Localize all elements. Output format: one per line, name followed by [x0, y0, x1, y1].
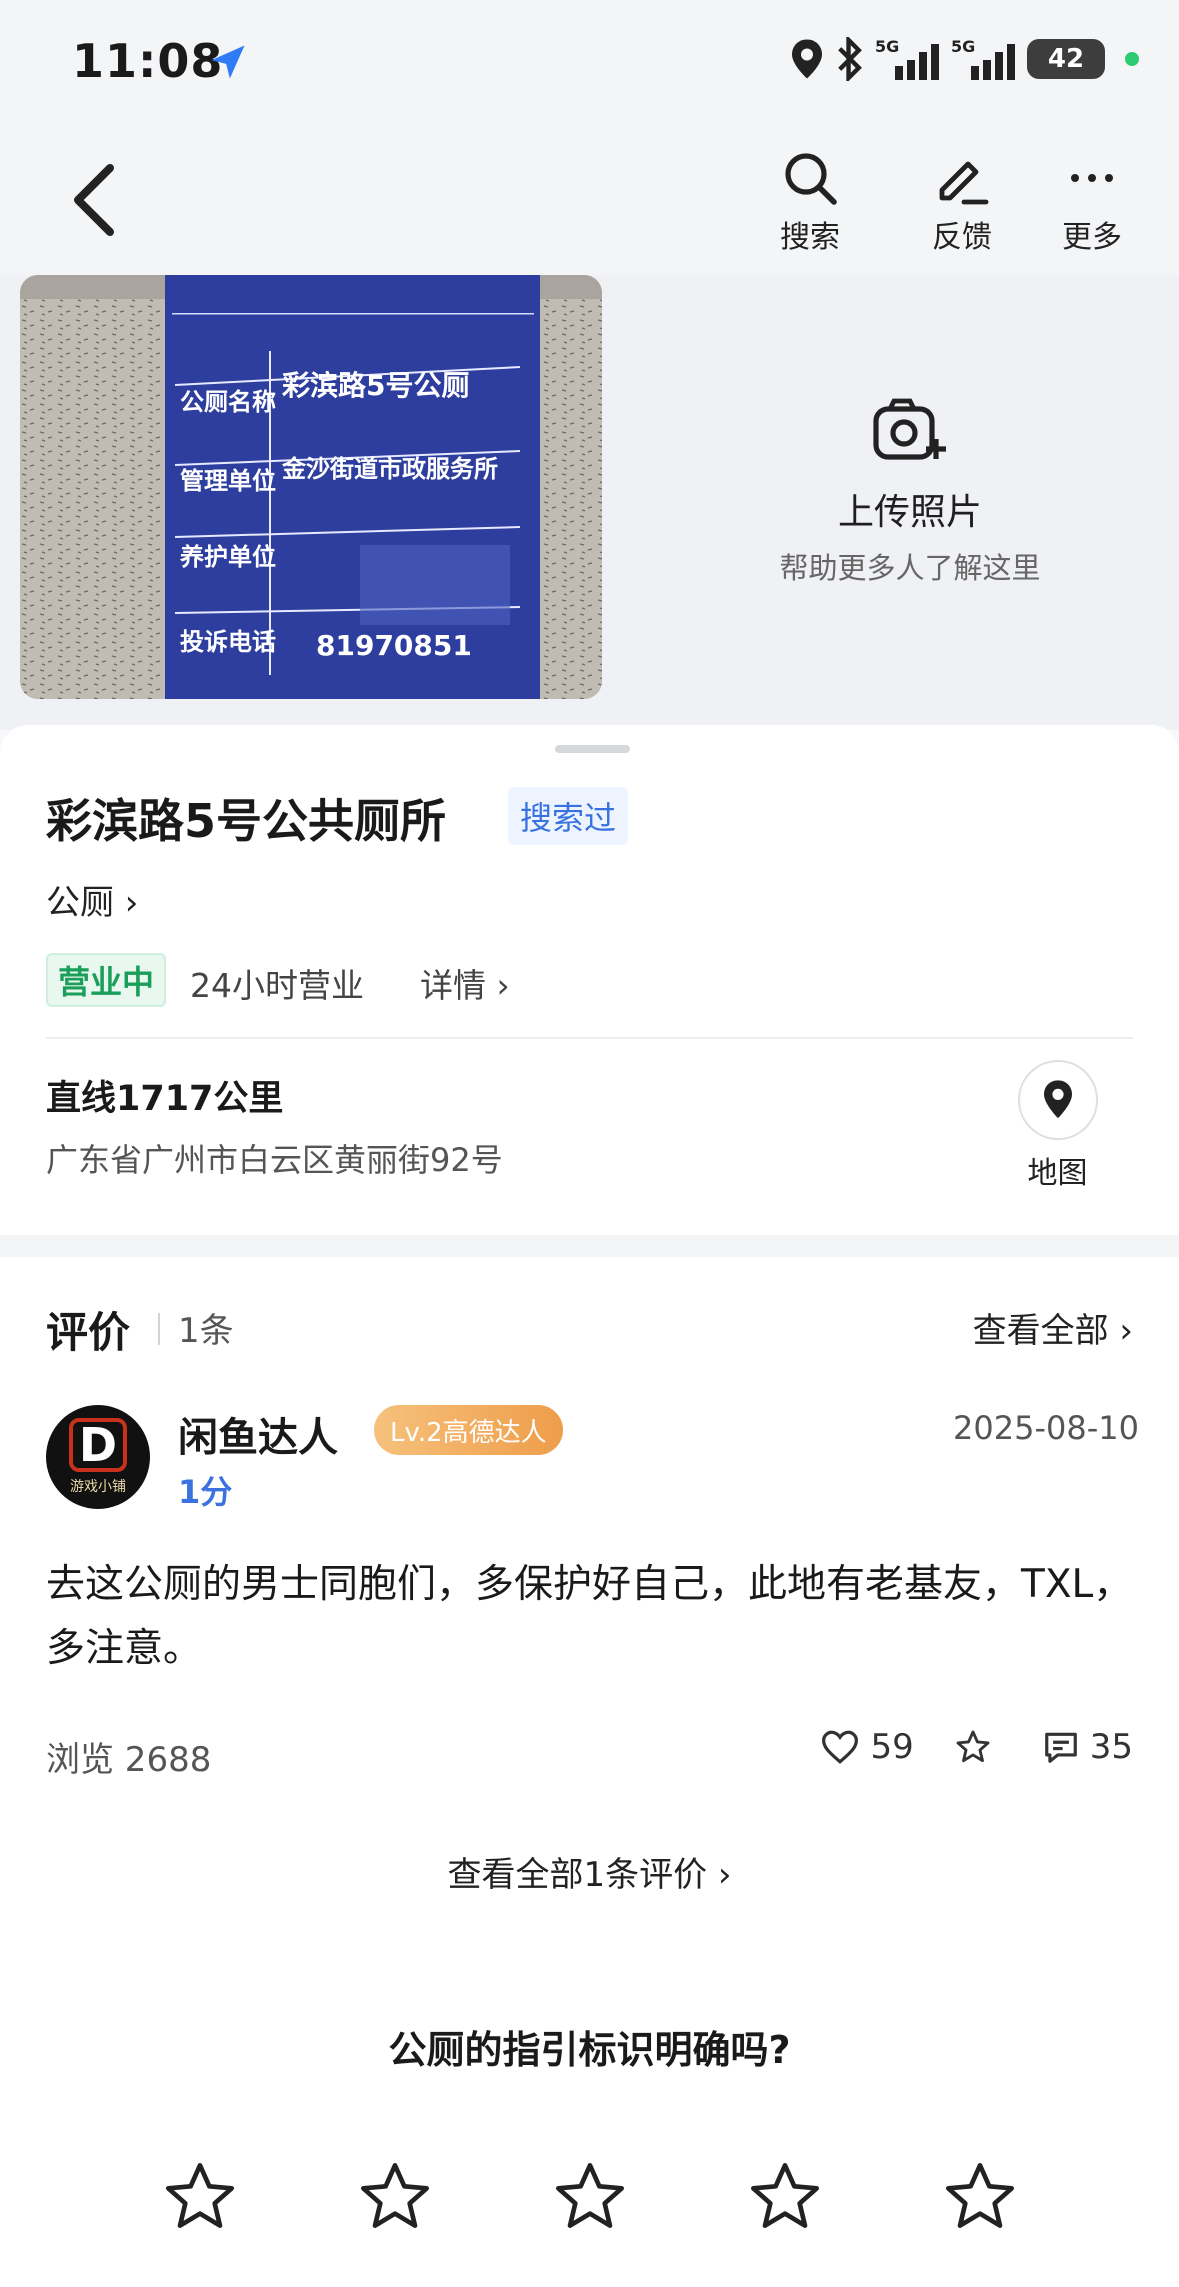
upload-photo-button[interactable]: 上传照片 帮助更多人了解这里 [720, 395, 1100, 587]
sign-value-1: 彩滨路5号公厕 [282, 369, 469, 402]
nav-header: 搜索 反馈 更多 [0, 120, 1179, 280]
back-button[interactable] [66, 160, 126, 240]
level-badge: Lv.2高德达人 [374, 1405, 563, 1455]
location-icon [792, 39, 822, 79]
review-actions: 59 35 [820, 1727, 1133, 1767]
sign-key-4: 投诉电话 [180, 628, 276, 656]
status-icons: 5G 5G 42 [789, 36, 1139, 82]
upload-title: 上传照片 [837, 492, 982, 533]
like-button[interactable]: 59 [820, 1727, 914, 1767]
navigation-arrow-icon [211, 45, 245, 79]
place-info-card: 彩滨路5号公共厕所 搜索过 公厕 › 营业中 24小时营业 详情 › 直线171… [0, 725, 1179, 1235]
rating-star-2[interactable] [355, 2157, 435, 2237]
address[interactable]: 广东省广州市白云区黄丽街92号 [46, 1135, 503, 1181]
reviews-count: 1条 [178, 1311, 234, 1351]
survey-question: 公厕的指引标识明确吗? [388, 2028, 791, 2072]
open-status-badge: 营业中 [46, 953, 167, 1007]
toilet-sign-photo: 公厕名称 彩滨路5号公厕 管理单位 金沙街道市政服务所 养护单位 投诉电话 81… [20, 275, 602, 699]
status-time: 11:08 [72, 34, 224, 88]
camera-add-icon [873, 398, 946, 460]
upload-subtitle: 帮助更多人了解这里 [779, 551, 1041, 585]
comment-button[interactable]: 35 [1042, 1727, 1133, 1767]
avatar-caption: 游戏小铺 [70, 1479, 126, 1495]
sign-value-2: 金沙街道市政服务所 [281, 455, 498, 483]
avatar-letter: D [68, 1418, 128, 1472]
reviewer-name[interactable]: 闲鱼达人 [178, 1405, 338, 1463]
signal-5g-icon-2: 5G [951, 37, 1015, 80]
searched-tag: 搜索过 [508, 787, 629, 845]
svg-text:5G: 5G [951, 37, 975, 56]
review-text[interactable]: 去这公厕的男士同胞们，多保护好自己，此地有老基友，TXL，多注意。 [46, 1553, 1136, 1681]
divider [46, 1037, 1133, 1039]
place-title: 彩滨路5号公共厕所 [46, 794, 447, 848]
section-separator [0, 1235, 1179, 1257]
rating-star-1[interactable] [160, 2157, 240, 2237]
title-separator [158, 1313, 160, 1345]
edit-icon [939, 161, 989, 205]
battery-indicator: 42 [1027, 39, 1105, 79]
rating-star-3[interactable] [550, 2157, 630, 2237]
avatar[interactable]: D 游戏小铺 [46, 1405, 150, 1509]
search-button[interactable]: 搜索 [760, 148, 860, 256]
rating-stars [160, 2157, 1020, 2237]
sheet-grabber[interactable] [555, 745, 630, 753]
map-button[interactable]: 地图 [1015, 1060, 1100, 1192]
distance: 直线1717公里 [46, 1079, 284, 1119]
reviews-section: 评价 1条 查看全部 › D 游戏小铺 闲鱼达人 Lv.2高德达人 2025-0… [0, 1257, 1179, 2287]
search-label: 搜索 [780, 220, 840, 255]
map-label: 地图 [1027, 1156, 1088, 1191]
place-photo[interactable]: 公厕名称 彩滨路5号公厕 管理单位 金沙街道市政服务所 养护单位 投诉电话 81… [20, 275, 602, 699]
feedback-button[interactable]: 反馈 [912, 148, 1012, 256]
more-label: 更多 [1062, 220, 1122, 255]
more-dots-icon [1071, 174, 1113, 182]
favorite-button[interactable] [954, 1728, 992, 1766]
rating-star-4[interactable] [745, 2157, 825, 2237]
comment-count: 35 [1089, 1727, 1133, 1767]
review-date: 2025-08-10 [953, 1409, 1139, 1447]
rating-star-5[interactable] [940, 2157, 1020, 2237]
category-link[interactable]: 公厕 › [46, 875, 138, 924]
see-all-link[interactable]: 查看全部 › [973, 1303, 1133, 1352]
review-score: 1分 [178, 1473, 233, 1511]
sign-key-2: 管理单位 [180, 467, 276, 495]
comment-icon [1044, 1732, 1077, 1763]
star-outline-icon [956, 1730, 990, 1763]
signal-5g-icon: 5G [875, 37, 939, 80]
heart-icon [822, 1730, 859, 1764]
business-hours: 24小时营业 [190, 966, 364, 1005]
svg-text:5G: 5G [875, 37, 899, 56]
sign-key-1: 公厕名称 [180, 388, 276, 416]
hours-detail-link[interactable]: 详情 › [420, 959, 510, 1007]
see-all-reviews-link[interactable]: 查看全部1条评价 › [0, 1847, 1179, 1896]
reviews-title: 评价 [46, 1308, 131, 1357]
sign-key-3: 养护单位 [179, 543, 276, 571]
sign-value-4: 81970851 [316, 629, 472, 662]
view-count: 浏览 2688 [46, 1740, 212, 1780]
more-button[interactable]: 更多 [1042, 148, 1142, 256]
bluetooth-icon [838, 37, 862, 81]
status-bar: 11:08 5G 5G 42 [0, 0, 1179, 120]
like-count: 59 [870, 1727, 914, 1767]
feedback-label: 反馈 [932, 220, 992, 255]
photo-area: 公厕名称 彩滨路5号公厕 管理单位 金沙街道市政服务所 养护单位 投诉电话 81… [0, 275, 1179, 730]
privacy-dot [1125, 52, 1139, 66]
map-pin-icon [1043, 1080, 1072, 1119]
search-icon [785, 153, 837, 205]
